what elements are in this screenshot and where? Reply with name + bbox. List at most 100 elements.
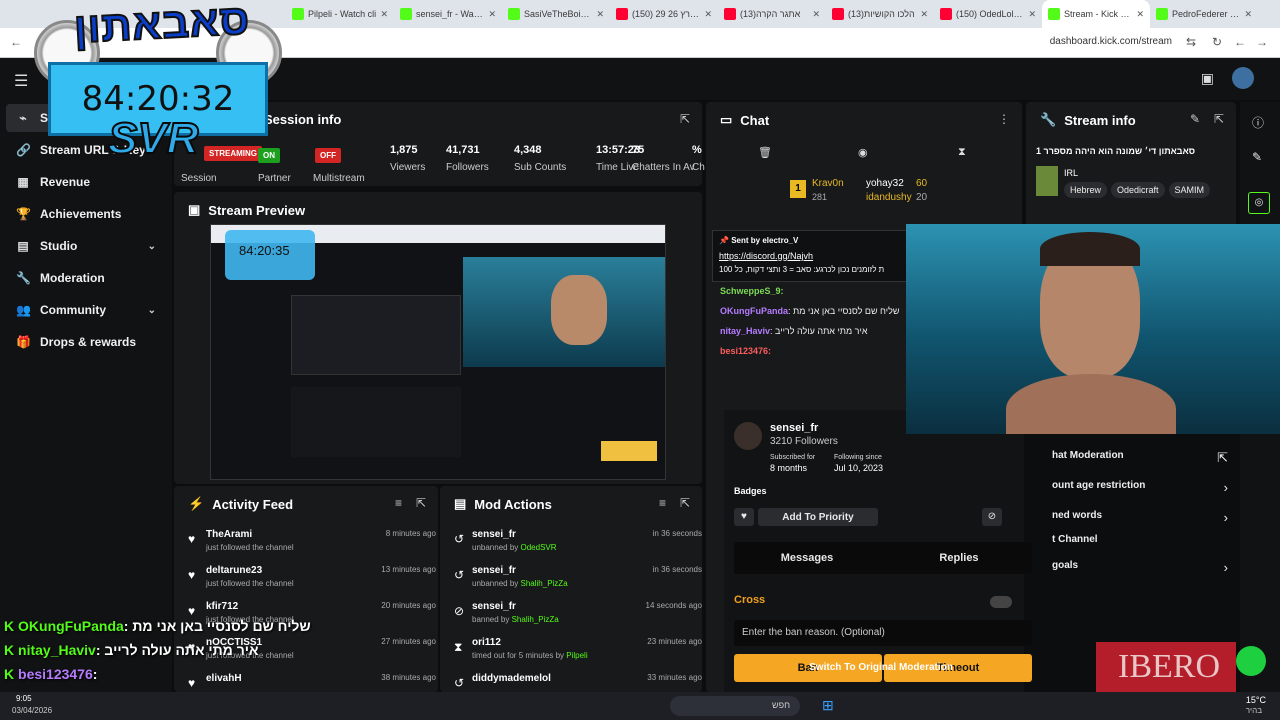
stream-preview-video[interactable]: 84:20:35 [210,224,666,480]
tab-replies[interactable]: Replies [886,552,1032,564]
windows-icon[interactable]: ⊞ [822,697,834,714]
sidebar-item-revenue[interactable]: ▦ Revenue [6,168,166,196]
translate-icon[interactable]: ⇆ [1186,35,1196,49]
cross-toggle[interactable] [990,596,1012,608]
clock-time: 9:05 [16,694,32,703]
edit-icon[interactable]: ✎ [1252,150,1262,164]
row-by[interactable]: OdedSVR [521,543,557,552]
browser-tab[interactable]: SasiVeTheBoiz - V ✕ [502,0,610,28]
heart-icon[interactable]: ♥ [734,508,754,526]
multistream-badge: OFF [315,148,341,163]
tab-label: (13)הלכו הקושיות [848,9,915,19]
popout-icon[interactable]: ⇱ [680,496,690,510]
avatar[interactable] [1232,67,1254,89]
broadcast-icon[interactable]: ▣ [1201,70,1214,87]
popout-icon[interactable]: ⇱ [416,496,426,510]
close-icon[interactable]: ✕ [488,9,496,20]
moderation-menu-item[interactable]: ount age restriction › [1052,480,1228,495]
chat-user[interactable]: nitay_Haviv [720,326,770,336]
ban-icon[interactable]: ⊘ [982,508,1002,526]
sidebar-item-achievements[interactable]: 🏆 Achievements [6,200,166,228]
browser-tab[interactable]: (13)הלכו הקושיות ✕ [826,0,934,28]
message-icon[interactable]: ◉ [858,146,868,159]
browser-tab[interactable]: (13)אתגר הקרה ✕ [718,0,826,28]
popout-icon[interactable]: ⇱ [680,112,690,126]
tag-pill[interactable]: SAMIM [1168,182,1211,198]
sidebar-item-label: Community [40,303,106,317]
close-icon[interactable]: ✕ [380,9,388,20]
moderation-menu-item[interactable]: ned words › [1052,510,1228,525]
heart-icon: ♥ [188,604,196,618]
browser-tab[interactable]: (150) 29 במרץ 26 ✕ [610,0,718,28]
reload-icon[interactable]: ↻ [1212,35,1222,49]
close-icon[interactable]: ✕ [1244,9,1252,20]
filter-icon[interactable]: ≡ [659,496,666,510]
moderation-menu-item[interactable]: hat Moderation ⇱ [1052,450,1228,466]
moderation-menu-item[interactable]: goals › [1052,560,1228,575]
menu-label: t Channel [1052,534,1098,545]
trash-icon[interactable]: 🗑 [758,146,772,159]
row-name: TheArami [206,529,253,540]
badges-label: Badges [734,486,767,496]
stat-value: 1,875 [390,144,418,156]
sidebar-item-studio[interactable]: ▤ Studio ⌄ [6,232,166,260]
edit-icon[interactable]: ✎ [1190,112,1200,126]
browser-tab[interactable]: Pilpeli - Watch cli ✕ [286,0,394,28]
row-by[interactable]: Shalih_PizZa [521,579,568,588]
filter-icon[interactable]: ≡ [395,496,402,510]
browser-tab[interactable]: (150) OdedLol - Y ✕ [934,0,1042,28]
panel-title: Chat [740,112,770,128]
rank-badge: 1 [790,180,806,198]
close-icon[interactable]: ✕ [704,9,712,20]
browser-tab[interactable]: PedroFederer Stre ✕ [1150,0,1258,28]
back-icon[interactable]: ← [10,35,22,49]
list-item: ⧗ ori112 timed out for 5 minutes by Pilpel… [454,636,702,670]
close-icon[interactable]: ✕ [812,9,820,20]
info-icon[interactable]: ⓘ [1252,114,1264,131]
browser-tab[interactable]: Stream - Kick Das ✕ [1042,0,1150,28]
chat-user[interactable]: OKungFuPanda [720,306,788,316]
sidebar-item-community[interactable]: 👥 Community ⌄ [6,296,166,324]
tab-messages[interactable]: Messages [734,552,880,564]
row-by[interactable]: Shalih_PizZa [512,615,559,624]
close-icon[interactable]: ✕ [920,9,928,20]
menu-icon[interactable]: ☰ [14,71,28,91]
tag-pill[interactable]: Odedicraft [1111,182,1165,198]
close-icon[interactable]: ✕ [596,9,604,20]
switch-moderation-link[interactable]: Switch To Original Moderation [722,658,1040,678]
user-card: sensei_fr 3210 Followers Subscribed for … [724,410,1032,694]
close-icon[interactable]: ✕ [1028,9,1036,20]
ban-reason-input[interactable]: Enter the ban reason. (Optional) [734,620,1032,646]
sidebar-item-moderation[interactable]: 🔧 Moderation [6,264,166,292]
hourglass-icon[interactable]: ⧗ [958,146,966,159]
taskbar-search[interactable]: חפש [670,696,800,716]
tag-pill[interactable]: Hebrew [1064,182,1108,198]
ibero-text: IBERO [1118,648,1220,685]
browser-tab[interactable]: sensei_fr - Watch ✕ [394,0,502,28]
row-name: elivahH [206,673,242,684]
forward-arrow-icon[interactable]: → [1256,35,1268,49]
more-options-icon[interactable]: ⋮ [998,112,1010,126]
focus-icon[interactable]: ◎ [1248,192,1270,214]
close-icon[interactable]: ✕ [1136,9,1144,20]
stat-item: 41,731 Followers [446,144,489,173]
pinned-link[interactable]: https://discord.gg/Najvh [719,251,813,261]
list-item: ↺ sensei_fr unbanned by Shalih_PizZa in 36 … [454,564,702,598]
session-label: Session [181,173,217,184]
chat-user[interactable]: SchweppeS_9: [720,286,784,296]
add-to-priority-button[interactable]: Add To Priority [758,508,878,526]
heart-icon: ♥ [188,532,196,546]
row-by[interactable]: Pilpeli [566,651,587,660]
moderation-menu-item[interactable]: t Channel [1052,534,1228,545]
sidebar-item-drops-rewards[interactable]: 🎁 Drops & rewards [6,328,166,356]
kick-icon: K [4,642,15,658]
popout-icon[interactable]: ⇱ [1214,112,1224,126]
panel-title: Session info [264,112,342,127]
favicon-icon [400,8,412,20]
chat-user[interactable]: besi123476: [720,346,771,356]
url-text[interactable]: dashboard.kick.com/stream [1050,36,1172,47]
back-arrow-icon[interactable]: ← [1234,35,1246,49]
row-time: in 36 seconds [652,565,702,574]
chevron-down-icon: ⌄ [147,240,156,252]
leader-name: idandushy [866,192,912,203]
